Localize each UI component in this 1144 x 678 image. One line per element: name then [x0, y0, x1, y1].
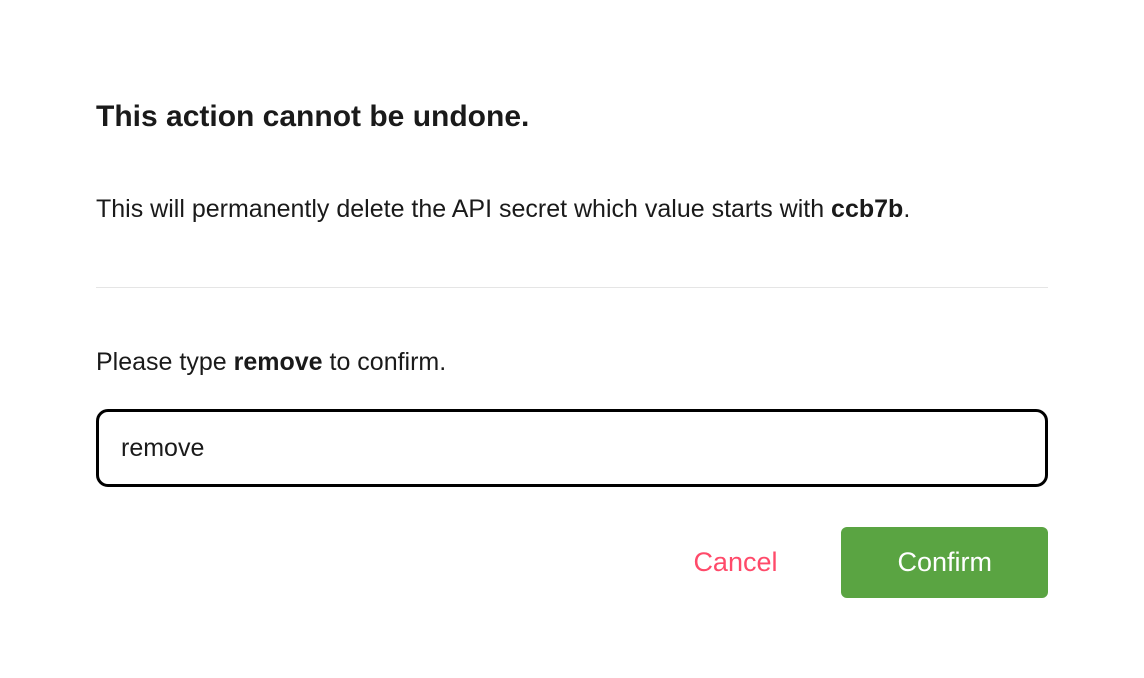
description-suffix: .	[903, 195, 910, 223]
dialog-description: This will permanently delete the API sec…	[96, 192, 1048, 227]
button-row: Cancel Confirm	[96, 527, 1048, 598]
description-prefix: This will permanently delete the API sec…	[96, 195, 831, 223]
description-value: ccb7b	[831, 195, 903, 223]
confirm-button[interactable]: Confirm	[841, 527, 1048, 598]
confirm-prompt: Please type remove to confirm.	[96, 348, 1048, 377]
dialog-title: This action cannot be undone.	[96, 100, 1048, 134]
prompt-keyword: remove	[234, 348, 323, 376]
cancel-button[interactable]: Cancel	[677, 539, 793, 586]
divider	[96, 287, 1048, 288]
confirm-input[interactable]	[96, 409, 1048, 487]
confirmation-dialog: This action cannot be undone. This will …	[96, 100, 1048, 598]
prompt-prefix: Please type	[96, 348, 234, 376]
prompt-suffix: to confirm.	[323, 348, 447, 376]
